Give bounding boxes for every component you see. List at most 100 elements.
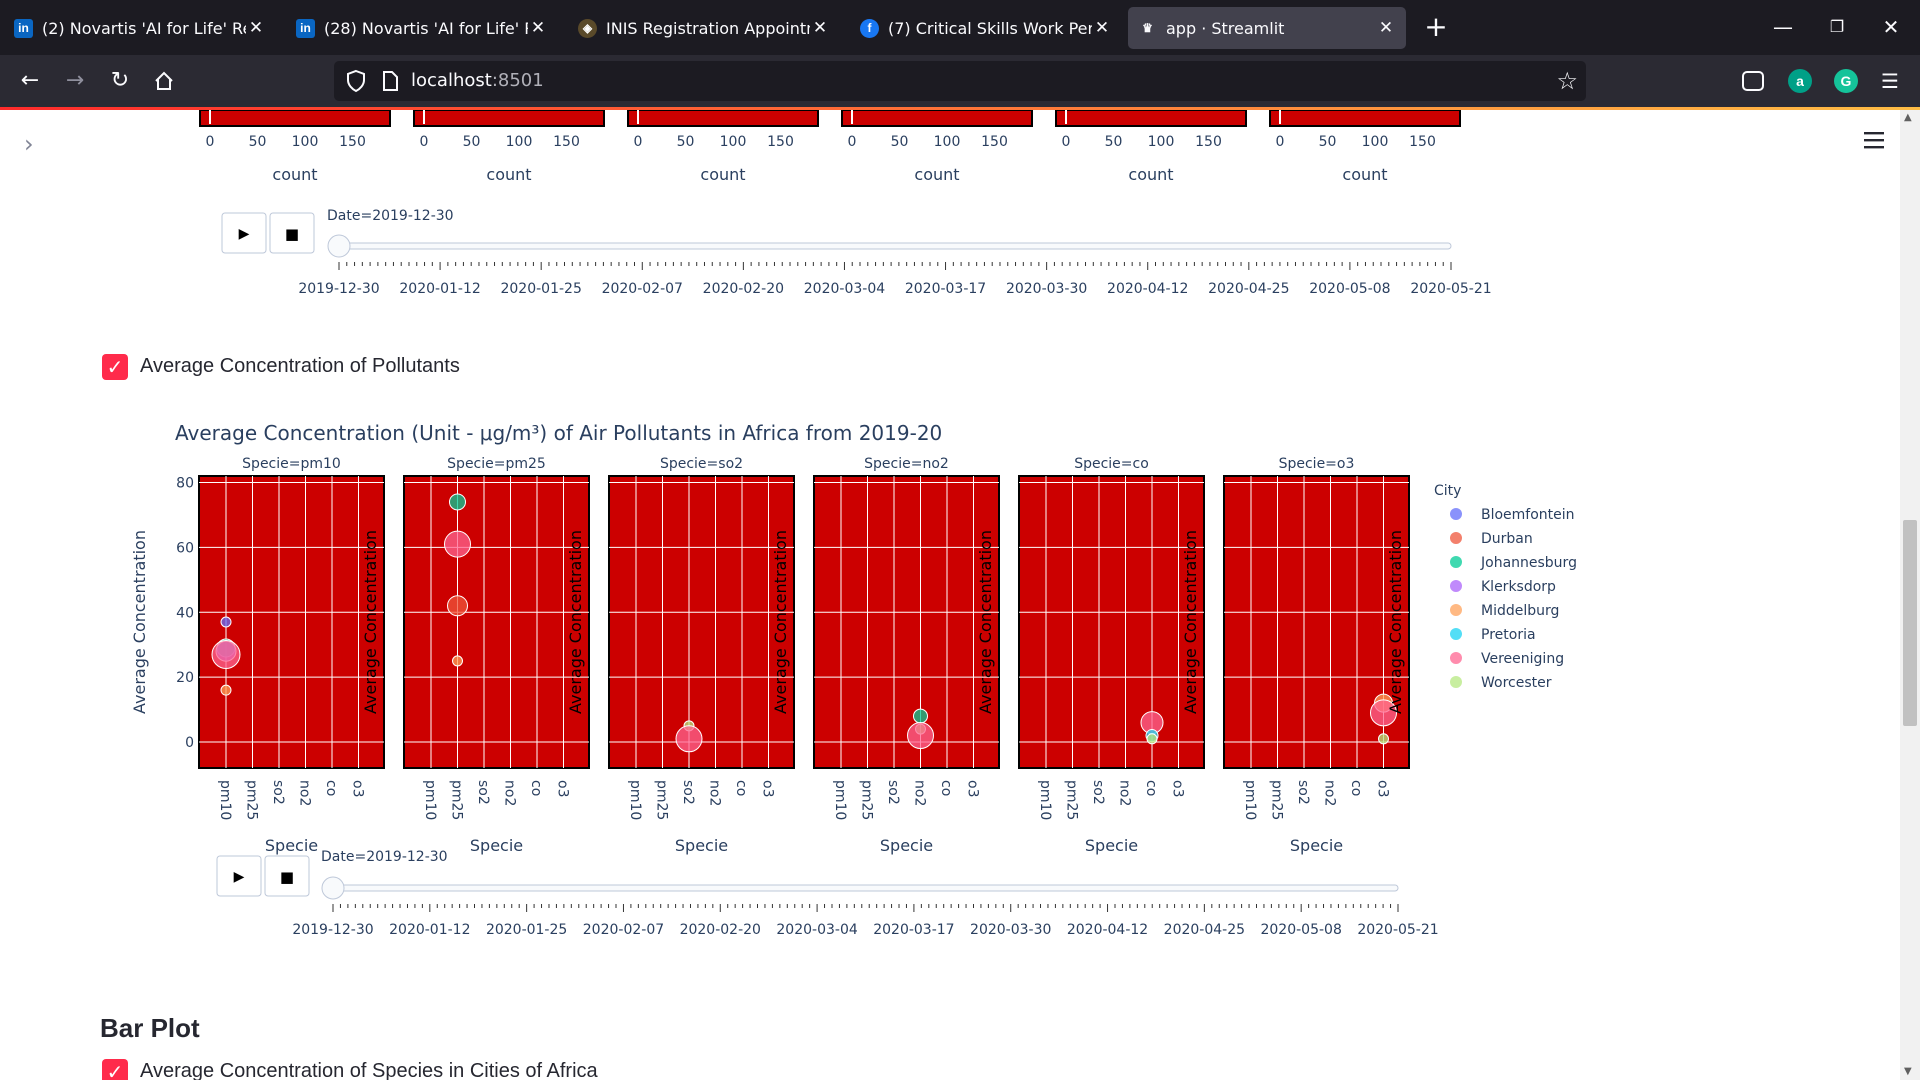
data-point-middelburg bbox=[452, 655, 463, 667]
close-tab-icon[interactable]: ✕ bbox=[1092, 18, 1112, 38]
close-tab-icon[interactable]: ✕ bbox=[528, 18, 548, 38]
pocket-icon[interactable] bbox=[1742, 71, 1764, 91]
close-window-icon[interactable]: ✕ bbox=[1864, 8, 1918, 46]
slider-track[interactable] bbox=[332, 884, 1399, 892]
data-point-vereeniging bbox=[907, 722, 934, 750]
slider-tick-label: 2020-01-12 bbox=[399, 281, 480, 297]
histogram-tick-label: 50 bbox=[249, 134, 267, 150]
x-tick-label: co bbox=[1348, 780, 1364, 796]
histogram-tick-label: 100 bbox=[292, 134, 319, 150]
shield-icon[interactable] bbox=[344, 69, 368, 93]
data-point-middelburg bbox=[220, 684, 232, 696]
facet-title: Specie=pm25 bbox=[447, 456, 546, 472]
x-axis-title: Specie bbox=[470, 836, 523, 855]
home-icon[interactable] bbox=[146, 63, 182, 99]
pollutant-scatter-chart: Average Concentration (Unit - μg/m³) of … bbox=[130, 421, 1577, 938]
bar-plot-checkbox-label: Average Concentration of Species in Citi… bbox=[140, 1060, 598, 1080]
y-tick-label: 40 bbox=[176, 605, 194, 621]
histogram-tick-label: 50 bbox=[891, 134, 909, 150]
legend-item-label[interactable]: Worcester bbox=[1481, 675, 1552, 691]
x-tick-label: co bbox=[938, 780, 954, 796]
x-tick-label: o3 bbox=[965, 780, 981, 797]
x-tick-label: so2 bbox=[885, 780, 901, 805]
x-tick-label: pm25 bbox=[1064, 780, 1080, 820]
x-tick-label: co bbox=[1143, 780, 1159, 796]
data-point-durban bbox=[447, 595, 468, 617]
histogram-tick-label: 150 bbox=[767, 134, 794, 150]
histogram-panel-bottom bbox=[841, 110, 1033, 127]
new-tab-icon[interactable]: + bbox=[1418, 10, 1454, 46]
data-point-johannesburg bbox=[913, 708, 928, 724]
tab-title: app · Streamlit bbox=[1166, 18, 1285, 38]
slider-current-label: Date=2019-12-30 bbox=[321, 849, 448, 865]
data-point-johannesburg bbox=[449, 493, 466, 511]
legend-item-label[interactable]: Pretoria bbox=[1481, 627, 1536, 643]
x-axis-title: Specie bbox=[265, 836, 318, 855]
histogram-tick-label: 0 bbox=[848, 134, 857, 150]
grammarly-icon[interactable]: G bbox=[1834, 69, 1858, 93]
histogram-xlabel: count bbox=[272, 165, 317, 184]
restore-icon[interactable]: ❐ bbox=[1810, 8, 1864, 46]
slider-track[interactable] bbox=[338, 242, 1452, 250]
legend-item-label[interactable]: Bloemfontein bbox=[1481, 507, 1575, 523]
data-point-bloemfontein bbox=[220, 616, 232, 628]
page-scrollbar[interactable]: ▲ ▼ bbox=[1900, 110, 1920, 1080]
browser-tab-3[interactable]: ◈ INIS Registration Appointment ✕ bbox=[568, 7, 840, 49]
legend-item-label[interactable]: Vereeniging bbox=[1481, 651, 1564, 667]
x-tick-label: co bbox=[528, 780, 544, 796]
x-tick-label: pm10 bbox=[422, 780, 438, 820]
histogram-tick-label: 0 bbox=[206, 134, 215, 150]
slider-tick-label: 2020-02-07 bbox=[583, 922, 664, 938]
browser-tab-5[interactable]: ♛ app · Streamlit ✕ bbox=[1128, 7, 1406, 49]
histogram-xlabel: count bbox=[1342, 165, 1387, 184]
address-bar[interactable]: localhost:8501 ☆ bbox=[334, 61, 1586, 101]
facet-title: Specie=so2 bbox=[660, 456, 743, 472]
browser-menu-icon[interactable]: ☰ bbox=[1872, 63, 1908, 99]
x-axis-title: Specie bbox=[1290, 836, 1343, 855]
scroll-up-icon[interactable]: ▲ bbox=[1904, 112, 1916, 124]
close-tab-icon[interactable]: ✕ bbox=[246, 18, 266, 38]
histogram-tick-label: 100 bbox=[506, 134, 533, 150]
histogram-panel-bottom bbox=[413, 110, 605, 127]
scroll-down-icon[interactable]: ▼ bbox=[1904, 1066, 1916, 1078]
browser-tab-2[interactable]: in (28) Novartis 'AI for Life' Reside ✕ bbox=[286, 7, 558, 49]
browser-nav-bar: ← → ↻ localhost:8501 ☆ a G ☰ bbox=[0, 55, 1920, 107]
minimize-icon[interactable]: — bbox=[1756, 8, 1810, 46]
histogram-tick-label: 150 bbox=[1195, 134, 1222, 150]
bar-plot-checkbox[interactable]: ✓ bbox=[102, 1059, 128, 1080]
url-text[interactable]: localhost:8501 bbox=[411, 61, 544, 101]
browser-tab-4[interactable]: f (7) Critical Skills Work Permit Ire ✕ bbox=[850, 7, 1122, 49]
facet-y-axis-title: Average Concentration bbox=[771, 530, 790, 714]
facet-plot-area bbox=[403, 475, 590, 769]
forward-arrow-icon[interactable]: → bbox=[57, 63, 93, 99]
reload-icon[interactable]: ↻ bbox=[102, 63, 138, 99]
legend-item-label[interactable]: Johannesburg bbox=[1480, 555, 1577, 571]
browser-tab-1[interactable]: in (2) Novartis 'AI for Life' Residen ✕ bbox=[4, 7, 276, 49]
legend-item-label[interactable]: Middelburg bbox=[1481, 603, 1559, 619]
slider-tick-label: 2020-05-08 bbox=[1309, 281, 1390, 297]
pollutants-checkbox[interactable]: ✓ bbox=[102, 354, 128, 380]
histogram-tick-label: 150 bbox=[339, 134, 366, 150]
x-tick-label: so2 bbox=[1090, 780, 1106, 805]
facet-plot-area bbox=[608, 475, 795, 769]
bookmark-star-icon[interactable]: ☆ bbox=[1556, 67, 1578, 95]
slider-handle[interactable] bbox=[321, 876, 345, 900]
x-tick-label: pm10 bbox=[1242, 780, 1258, 820]
slider-handle[interactable] bbox=[327, 234, 351, 258]
page-icon[interactable] bbox=[378, 69, 402, 93]
extension-a-icon[interactable]: a bbox=[1788, 69, 1812, 93]
slider-tick-label: 2019-12-30 bbox=[292, 922, 373, 938]
bar-plot-heading: Bar Plot bbox=[100, 1013, 200, 1043]
back-arrow-icon[interactable]: ← bbox=[12, 63, 48, 99]
close-tab-icon[interactable]: ✕ bbox=[810, 18, 830, 38]
x-axis-title: Specie bbox=[880, 836, 933, 855]
x-tick-label: no2 bbox=[707, 780, 723, 806]
legend-item-label[interactable]: Klerksdorp bbox=[1481, 579, 1556, 595]
close-tab-icon[interactable]: ✕ bbox=[1376, 18, 1396, 38]
facet-title: Specie=no2 bbox=[864, 456, 949, 472]
x-tick-label: pm25 bbox=[244, 780, 260, 820]
legend-item-label[interactable]: Durban bbox=[1481, 531, 1533, 547]
browser-tab-bar: in (2) Novartis 'AI for Life' Residen ✕ … bbox=[0, 0, 1920, 55]
slider-tick-label: 2020-04-12 bbox=[1107, 281, 1188, 297]
scrollbar-thumb[interactable] bbox=[1903, 520, 1917, 726]
